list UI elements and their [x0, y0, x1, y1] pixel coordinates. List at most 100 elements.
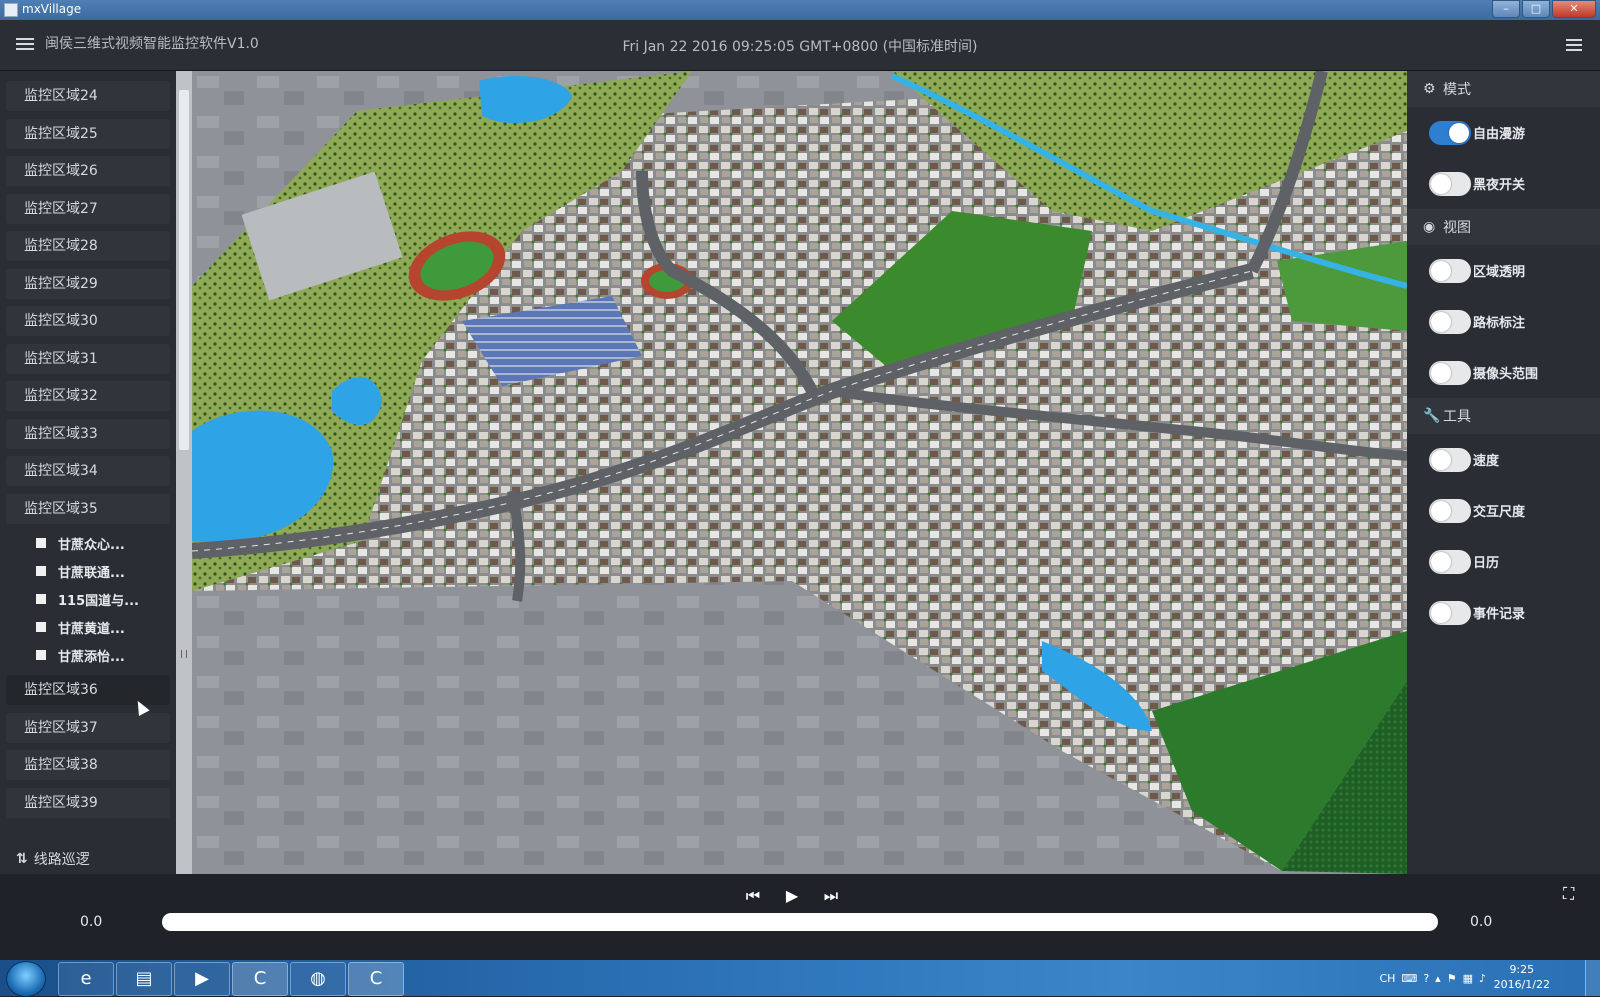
toggle-calendar[interactable]: 日历 [1407, 536, 1600, 587]
flag-icon[interactable]: ⚑ [1447, 972, 1457, 985]
maximize-button[interactable]: □ [1522, 0, 1550, 18]
toggle-switch[interactable] [1429, 258, 1471, 283]
toggle-road-labels[interactable]: 路标标注 [1407, 296, 1600, 347]
options-menu-icon[interactable] [1566, 39, 1582, 53]
camera-item[interactable]: 甘蔗添怡... [6, 641, 170, 669]
app-window-icon [4, 3, 18, 17]
clock-date: 2016/1/22 [1493, 978, 1550, 991]
region-item[interactable]: 监控区域29 [6, 268, 170, 299]
toggle-label: 自由漫游 [1473, 127, 1526, 142]
camera-item[interactable]: 甘蔗黄道... [6, 613, 170, 641]
playback-progress-slider[interactable] [162, 913, 1438, 931]
help-icon[interactable]: ? [1423, 972, 1429, 985]
network-tray-icon[interactable]: ▦ [1463, 972, 1473, 985]
mode-section-title: 模式 [1443, 82, 1471, 98]
camera-item[interactable]: 甘蔗众心... [6, 529, 170, 557]
toggle-switch[interactable] [1429, 171, 1471, 196]
region-item[interactable]: 监控区域28 [6, 231, 170, 261]
camtasia-recorder-icon[interactable]: C [348, 962, 404, 996]
camera-checkbox[interactable] [36, 538, 46, 548]
camera-checkbox[interactable] [36, 650, 46, 660]
camera-checkbox[interactable] [36, 566, 46, 576]
toggle-camera-range[interactable]: 摄像头范围 [1407, 347, 1600, 398]
toggle-region-transparency[interactable]: 区域透明 [1407, 245, 1600, 296]
region-item[interactable]: 监控区域30 [6, 306, 170, 336]
region-item[interactable]: 监控区域25 [6, 118, 170, 149]
view-section-header: ◉ 视图 [1407, 209, 1600, 245]
camtasia-icon[interactable]: C [232, 962, 288, 996]
region-sidebar: 监控区域24 监控区域25 监控区域26 监控区域27 监控区域28 监控区域2… [0, 71, 176, 874]
region-item[interactable]: 监控区域37 [6, 712, 170, 743]
hamburger-menu-icon[interactable] [16, 38, 34, 52]
start-button[interactable] [6, 961, 46, 997]
toggle-free-roam[interactable]: 自由漫游 [1407, 107, 1600, 158]
volume-icon[interactable]: ♪ [1479, 972, 1486, 985]
region-item[interactable]: 监控区域27 [6, 193, 170, 224]
camera-label: 甘蔗黄道... [58, 621, 125, 637]
region-item-hovered[interactable]: 监控区域36 [6, 675, 170, 705]
camera-list: 甘蔗众心... 甘蔗联通... 115国道与... 甘蔗黄道... 甘蔗添怡..… [6, 529, 170, 669]
windows-taskbar: e ▤ ▶ C ◍ C CH ⌨ ? ▴ ⚑ ▦ ♪ 9:25 2016/1/2… [0, 960, 1600, 997]
tray-expand-icon[interactable]: ▴ [1435, 972, 1441, 985]
toggle-switch[interactable] [1429, 447, 1471, 472]
toggle-label: 事件记录 [1473, 607, 1526, 622]
toggle-switch[interactable] [1429, 549, 1471, 574]
window-title: mxVillage [22, 2, 82, 16]
playback-bar: ⏮ ▶ ⏭ ⛶ 0.0 0.0 [0, 874, 1600, 960]
toggle-label: 日历 [1473, 556, 1500, 571]
app-title: 闽侯三维式视频智能监控软件V1.0 [45, 36, 259, 52]
show-desktop-button[interactable] [1585, 960, 1600, 996]
eye-icon: ◉ [1423, 219, 1436, 235]
toggle-interactive-scale[interactable]: 交互尺度 [1407, 485, 1600, 536]
clock-time: 9:25 [1509, 963, 1535, 976]
toggle-switch[interactable] [1429, 309, 1471, 334]
region-item[interactable]: 监控区域33 [6, 418, 170, 449]
camera-label: 甘蔗添怡... [58, 649, 125, 665]
window-titlebar: mxVillage – □ ✕ [0, 0, 1600, 20]
close-button[interactable]: ✕ [1552, 0, 1596, 18]
media-player-icon[interactable]: ▶ [174, 962, 230, 996]
toggle-switch[interactable] [1429, 360, 1471, 385]
splitter-grip[interactable] [181, 650, 187, 658]
route-patrol-button[interactable]: ⇅ 线路巡逻 [0, 844, 176, 874]
network-icon[interactable]: ◍ [290, 962, 346, 996]
skip-forward-icon[interactable]: ⏭ [821, 886, 841, 906]
toggle-speed[interactable]: 速度 [1407, 434, 1600, 485]
ie-icon[interactable]: e [58, 962, 114, 996]
sidebar-scrollbar-thumb[interactable] [179, 90, 189, 450]
fullscreen-icon[interactable]: ⛶ [1563, 884, 1574, 904]
region-item[interactable]: 监控区域34 [6, 456, 170, 486]
route-patrol-label: 线路巡逻 [33, 852, 90, 868]
skip-back-icon[interactable]: ⏮ [743, 886, 763, 906]
region-list: 监控区域24 监控区域25 监控区域26 监控区域27 监控区域28 监控区域2… [6, 81, 170, 825]
camera-item[interactable]: 甘蔗联通... [6, 557, 170, 585]
camera-label: 甘蔗众心... [58, 537, 125, 553]
toggle-event-log[interactable]: 事件记录 [1407, 587, 1600, 638]
camera-item[interactable]: 115国道与... [6, 585, 170, 613]
minimize-button[interactable]: – [1492, 0, 1520, 18]
region-item[interactable]: 监控区域39 [6, 787, 170, 818]
play-icon[interactable]: ▶ [782, 886, 802, 906]
toggle-label: 摄像头范围 [1473, 367, 1539, 382]
folder-icon[interactable]: ▤ [116, 962, 172, 996]
camera-checkbox[interactable] [36, 622, 46, 632]
region-item[interactable]: 监控区域24 [6, 81, 170, 111]
toggle-switch[interactable] [1429, 120, 1471, 145]
current-datetime: Fri Jan 22 2016 09:25:05 GMT+0800 (中国标准时… [622, 39, 978, 55]
taskbar-clock[interactable]: 9:25 2016/1/22 [1494, 962, 1550, 992]
toggle-label: 路标标注 [1473, 316, 1526, 331]
keyboard-icon[interactable]: ⌨ [1401, 972, 1417, 985]
region-item[interactable]: 监控区域32 [6, 381, 170, 411]
toggle-switch[interactable] [1429, 600, 1471, 625]
toggle-label: 速度 [1473, 454, 1500, 469]
region-item[interactable]: 监控区域26 [6, 156, 170, 186]
input-language[interactable]: CH [1379, 972, 1395, 985]
camera-checkbox[interactable] [36, 594, 46, 604]
region-item[interactable]: 监控区域38 [6, 750, 170, 780]
control-panel: ⚙ 模式 自由漫游 黑夜开关 ◉ 视图 区域透明 路标标注 摄像头范围 🔧 工具… [1407, 71, 1600, 874]
region-item-expanded[interactable]: 监控区域35 [6, 493, 170, 524]
toggle-switch[interactable] [1429, 498, 1471, 523]
region-item[interactable]: 监控区域31 [6, 343, 170, 374]
toggle-night-mode[interactable]: 黑夜开关 [1407, 158, 1600, 209]
3d-map-viewport[interactable] [192, 71, 1407, 874]
